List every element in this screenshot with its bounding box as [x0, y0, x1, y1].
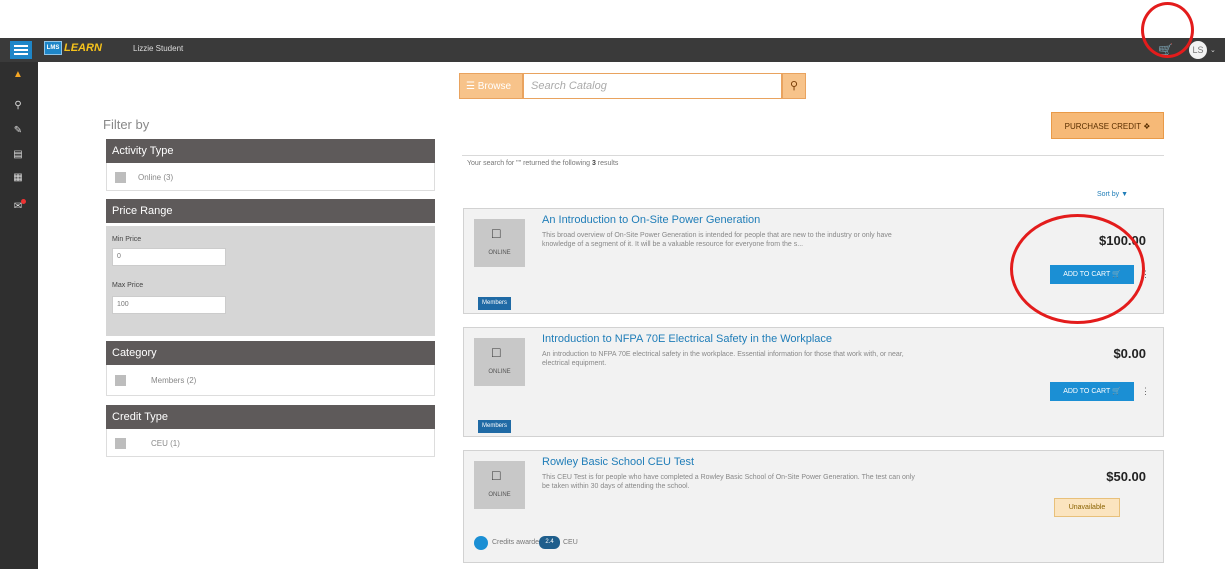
purchase-credit-button[interactable]: PURCHASE CREDIT ❖ [1051, 112, 1164, 139]
sort-by-dropdown[interactable]: Sort by ▼ [1097, 191, 1128, 198]
course-description: This CEU Test is for people who have com… [542, 474, 915, 490]
credits-unit: CEU [563, 539, 578, 546]
cart-icon: 🛒 [1112, 388, 1121, 395]
messages-icon[interactable]: ✉ [11, 199, 26, 214]
chevron-down-icon[interactable]: ⌄ [1210, 46, 1216, 54]
search-icon: ⚲ [789, 80, 799, 92]
annotation-circle [1010, 214, 1145, 324]
category-heading[interactable]: Category [106, 341, 435, 365]
ticket-icon: ❖ [1143, 122, 1151, 131]
add-to-cart-label: ADD TO CART [1063, 388, 1111, 395]
course-description: This broad overview of On-Site Power Gen… [542, 232, 892, 248]
more-options-icon[interactable]: ⋮ [1141, 382, 1150, 401]
category-options: Members (2) [106, 365, 435, 396]
calendar-icon[interactable]: ▦ [11, 171, 25, 185]
course-description: An introduction to NFPA 70E electrical s… [542, 351, 904, 367]
add-to-cart-button[interactable]: ADD TO CART 🛒 [1050, 382, 1134, 401]
monitor-icon: □ [492, 467, 501, 483]
credit-type-heading[interactable]: Credit Type [106, 405, 435, 429]
online-option-label: Online (3) [138, 173, 174, 182]
min-price-input[interactable]: 0 [112, 248, 226, 266]
ceu-checkbox[interactable] [115, 438, 126, 449]
summary-suffix: results [595, 160, 619, 167]
avatar[interactable]: LS [1189, 41, 1207, 59]
divider [462, 155, 1164, 156]
search-input[interactable]: Search Catalog [523, 73, 782, 99]
course-price: $50.00 [1106, 469, 1146, 484]
top-navigation-bar: LMS LEARN Lizzie Student 🛒 LS ⌄ [0, 38, 1225, 62]
browse-button[interactable]: ☰ Browse [459, 73, 523, 99]
browse-label: Browse [477, 81, 512, 92]
members-badge: Members [478, 297, 512, 310]
hamburger-menu-icon[interactable] [10, 41, 32, 59]
course-title[interactable]: Rowley Basic School CEU Test [542, 456, 694, 468]
search-icon[interactable]: ⚲ [11, 99, 25, 113]
search-button[interactable]: ⚲ [782, 73, 806, 99]
course-title[interactable]: An Introduction to On-Site Power Generat… [542, 214, 760, 226]
home-icon[interactable]: ▲ [11, 68, 25, 82]
online-checkbox[interactable] [115, 172, 126, 183]
activity-type-heading[interactable]: Activity Type [106, 139, 435, 163]
course-thumbnail: □ ONLINE [474, 461, 525, 509]
monitor-icon: □ [492, 344, 501, 360]
summary-prefix: Your search for "" returned the followin… [467, 160, 592, 167]
credit-type-options: CEU (1) [106, 429, 435, 457]
course-price: $0.00 [1113, 346, 1146, 361]
side-navigation: ▲ ⚲ ✎ ▤ ▦ ✉ [0, 62, 38, 569]
results-summary: Your search for "" returned the followin… [467, 160, 618, 167]
credits-awarded-label: Credits awarded [492, 539, 543, 546]
course-card: □ ONLINE Rowley Basic School CEU Test Th… [463, 450, 1164, 563]
chevron-down-icon: ▼ [1121, 191, 1129, 198]
course-thumbnail: □ ONLINE [474, 338, 525, 386]
credits-icon [474, 536, 488, 550]
course-format: ONLINE [488, 492, 511, 498]
user-name: Lizzie Student [133, 44, 184, 53]
course-format: ONLINE [488, 369, 511, 375]
members-option-label: Members (2) [151, 376, 197, 385]
course-card: □ ONLINE Introduction to NFPA 70E Electr… [463, 327, 1164, 437]
course-thumbnail: □ ONLINE [474, 219, 525, 267]
members-checkbox[interactable] [115, 375, 126, 386]
price-range-panel: Min Price 0 Max Price 100 [106, 226, 435, 336]
members-badge: Members [478, 420, 512, 433]
activity-type-options: Online (3) [106, 163, 435, 191]
catalog-icon[interactable]: ▤ [11, 148, 25, 162]
max-price-label: Max Price [112, 282, 144, 289]
ceu-option-label: CEU (1) [151, 439, 180, 448]
course-format: ONLINE [488, 250, 511, 256]
filter-title: Filter by [103, 117, 150, 132]
credits-value-badge: 2.4 [539, 536, 560, 549]
purchase-credit-label: PURCHASE CREDIT [1064, 122, 1141, 131]
course-title[interactable]: Introduction to NFPA 70E Electrical Safe… [542, 333, 832, 345]
logo-mark[interactable]: LMS [44, 41, 62, 55]
max-price-input[interactable]: 100 [112, 296, 226, 314]
annotation-circle [1141, 2, 1194, 58]
logo-text[interactable]: LEARN [64, 42, 102, 54]
edit-icon[interactable]: ✎ [11, 124, 25, 138]
monitor-icon: □ [492, 225, 501, 241]
price-range-heading[interactable]: Price Range [106, 199, 435, 223]
unavailable-badge: Unavailable [1054, 498, 1120, 517]
min-price-label: Min Price [112, 236, 142, 243]
sort-label: Sort by [1097, 191, 1120, 198]
